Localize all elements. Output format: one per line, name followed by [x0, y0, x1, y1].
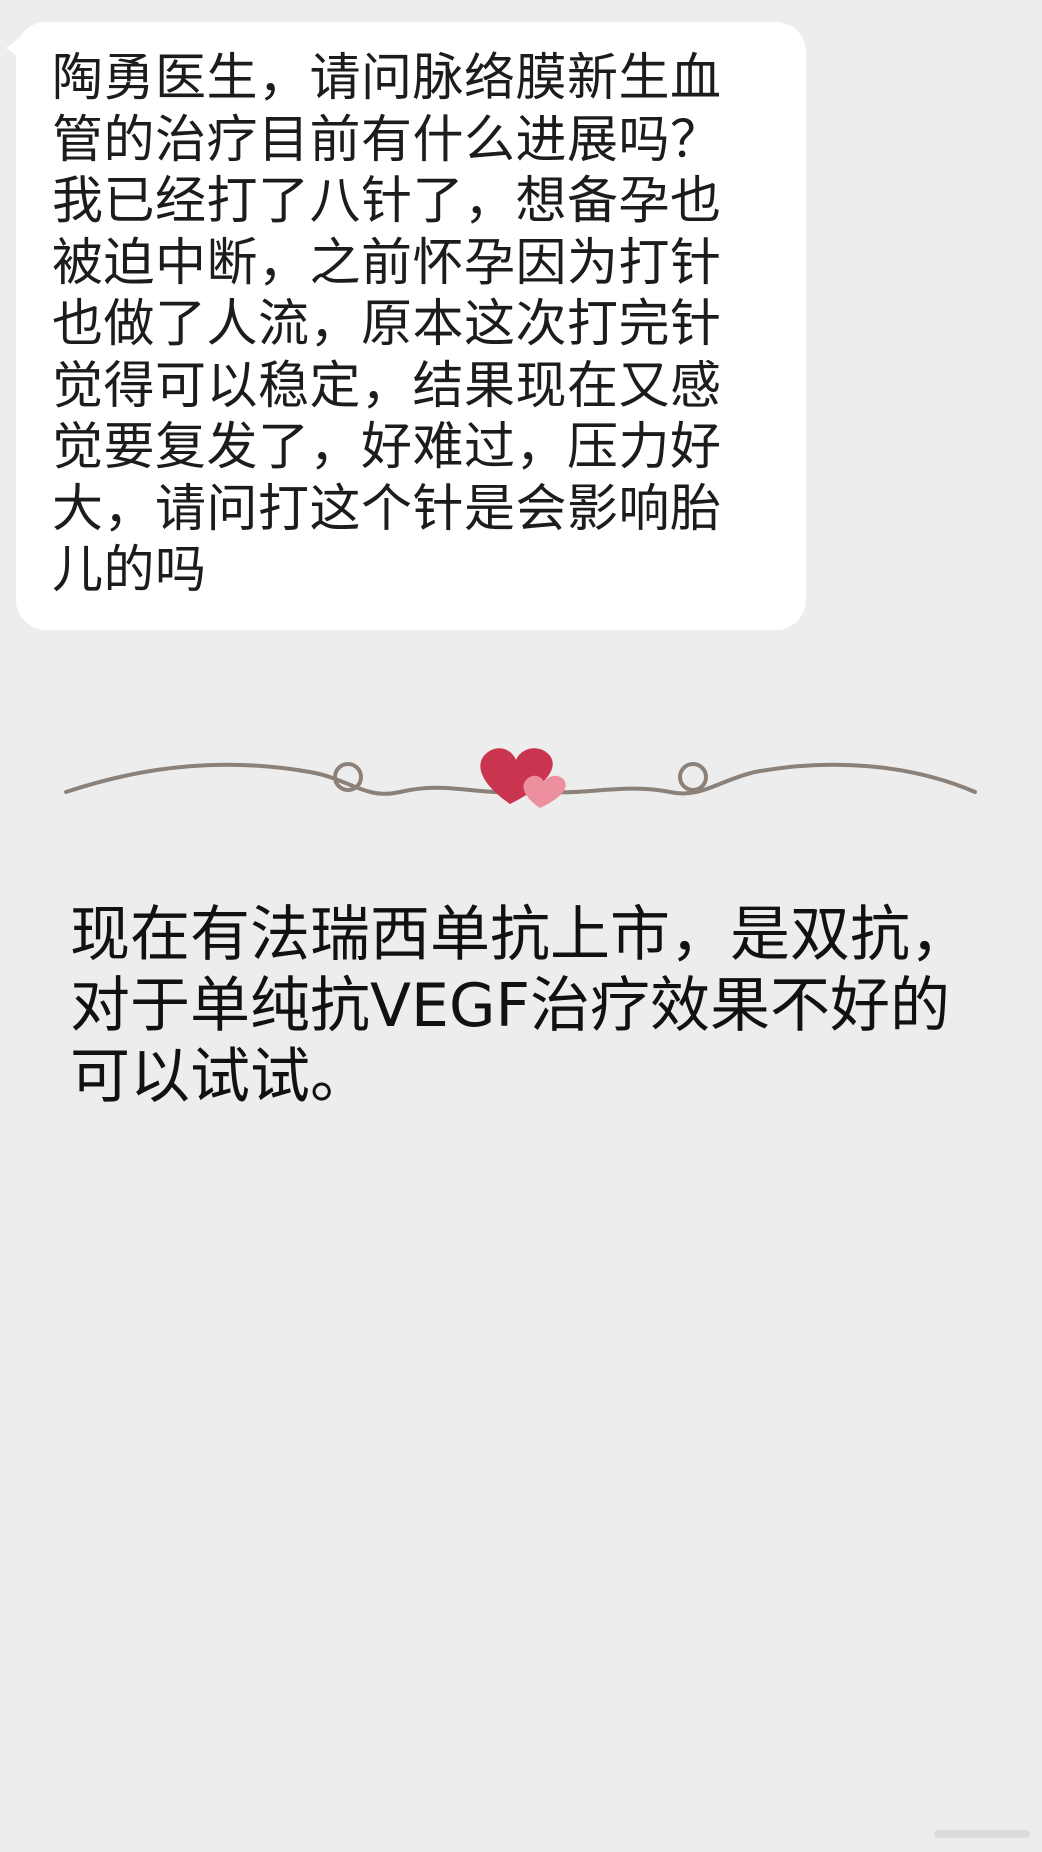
- question-text: 陶勇医生，请问脉络膜新生血管的治疗目前有什么进展吗？我已经打了八针了，想备孕也被…: [52, 49, 722, 600]
- answer-text: 现在有法瑞西单抗上市，是双抗，对于单纯抗VEGF治疗效果不好的可以试试。: [70, 900, 970, 1112]
- watermark-icon: [934, 1830, 1030, 1838]
- question-message-bubble: 陶勇医生，请问脉络膜新生血管的治疗目前有什么进展吗？我已经打了八针了，想备孕也被…: [6, 22, 806, 630]
- heart-divider-icon: [64, 748, 977, 808]
- bubble-tail: [6, 36, 22, 60]
